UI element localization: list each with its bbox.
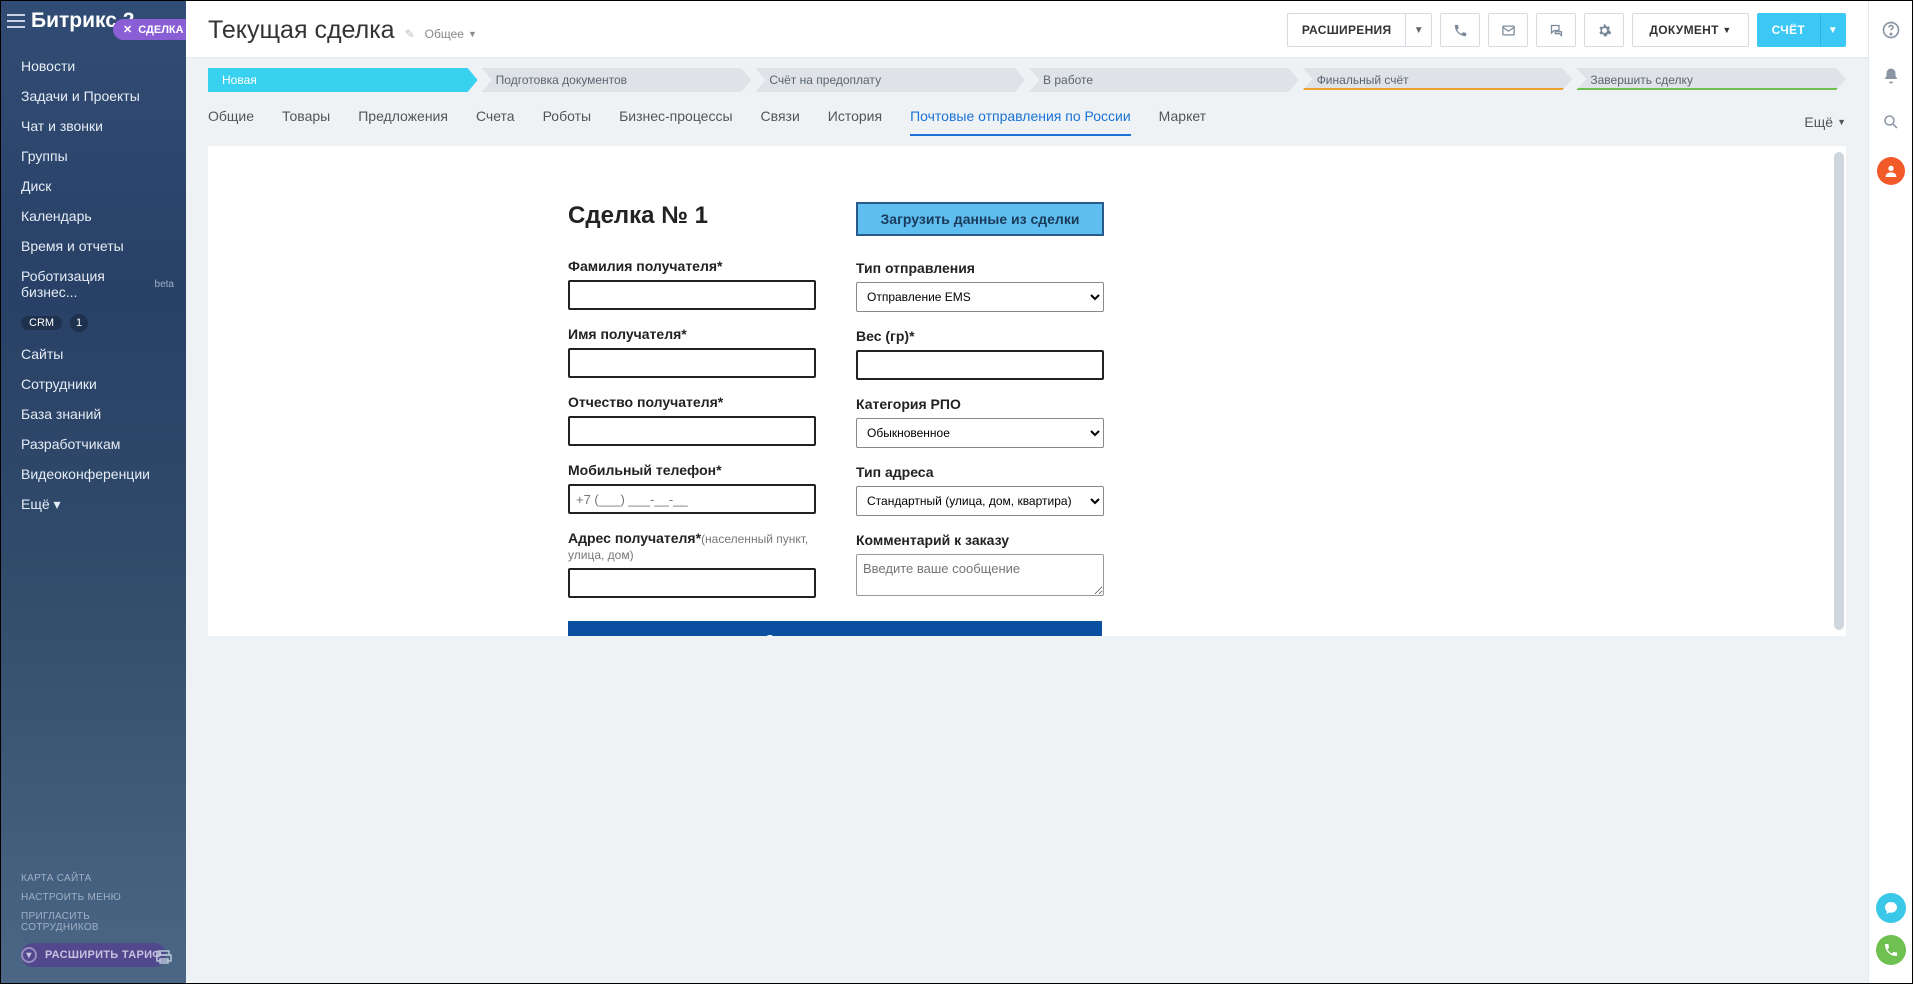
stage-inwork[interactable]: В работе bbox=[1029, 68, 1299, 92]
deal-context-pill[interactable]: ✕ СДЕЛКА bbox=[113, 19, 186, 40]
left-sidebar: Битрикс 2 ✕ СДЕЛКА Новости Задачи и Прое… bbox=[1, 1, 186, 983]
phone-input[interactable] bbox=[568, 484, 816, 514]
scrollbar-thumb[interactable] bbox=[1834, 152, 1844, 630]
configure-menu-link[interactable]: НАСТРОИТЬ МЕНЮ bbox=[21, 888, 166, 907]
tab-general[interactable]: Общие bbox=[208, 108, 254, 136]
label-rpo: Категория РПО bbox=[856, 396, 1104, 412]
chevron-down-icon: ▼ bbox=[1837, 117, 1846, 127]
tab-products[interactable]: Товары bbox=[282, 108, 330, 136]
sidebar-nav: Новости Задачи и Проекты Чат и звонки Гр… bbox=[1, 45, 186, 520]
printer-icon[interactable] bbox=[156, 949, 172, 965]
label-firstname: Имя получателя* bbox=[568, 326, 816, 342]
call-button[interactable] bbox=[1440, 13, 1480, 47]
tab-links[interactable]: Связи bbox=[761, 108, 800, 136]
tab-invoices[interactable]: Счета bbox=[476, 108, 515, 136]
sidebar-item-kb[interactable]: База знаний bbox=[21, 399, 186, 429]
deal-pill-label: СДЕЛКА bbox=[138, 24, 183, 36]
sidebar-item-devs[interactable]: Разработчикам bbox=[21, 429, 186, 459]
sidebar-item-rpa[interactable]: Роботизация бизнес...beta bbox=[21, 261, 186, 307]
invoice-button[interactable]: СЧЁТ bbox=[1757, 13, 1820, 47]
sidebar-item-employees[interactable]: Сотрудники bbox=[21, 369, 186, 399]
avatar[interactable] bbox=[1877, 157, 1905, 185]
support-bubble-icon[interactable] bbox=[1876, 893, 1906, 923]
ship-type-select[interactable]: Отправление EMS bbox=[856, 282, 1104, 312]
stage-new[interactable]: Новая bbox=[208, 68, 478, 92]
stage-final-invoice[interactable]: Финальный счёт bbox=[1303, 68, 1573, 90]
patronymic-input[interactable] bbox=[568, 416, 816, 446]
sitemap-link[interactable]: КАРТА САЙТА bbox=[21, 869, 166, 888]
search-icon[interactable] bbox=[1880, 111, 1902, 133]
topbar: Текущая сделка ✎ Общее ▼ РАСШИРЕНИЯ ▼ bbox=[186, 1, 1868, 58]
sidebar-item-sites[interactable]: Сайты bbox=[21, 339, 186, 369]
label-weight: Вес (гр)* bbox=[856, 328, 1104, 344]
stage-prepay[interactable]: Счёт на предоплату bbox=[755, 68, 1025, 92]
panel-scrollbar[interactable] bbox=[1834, 152, 1846, 630]
sidebar-item-crm[interactable]: CRM1 bbox=[21, 307, 186, 339]
extensions-button[interactable]: РАСШИРЕНИЯ bbox=[1287, 13, 1407, 47]
comment-textarea[interactable] bbox=[856, 554, 1104, 596]
sidebar-item-more[interactable]: Ещё ▾ bbox=[21, 489, 186, 520]
label-ship-type: Тип отправления bbox=[856, 260, 1104, 276]
create-shipment-button[interactable]: Создать отправление bbox=[568, 621, 1102, 636]
pipeline-selector[interactable]: Общее ▼ bbox=[425, 27, 477, 41]
help-icon[interactable] bbox=[1880, 19, 1902, 41]
sidebar-item-groups[interactable]: Группы bbox=[21, 141, 186, 171]
beta-badge: beta bbox=[155, 279, 174, 290]
chevron-down-icon: ▼ bbox=[468, 29, 477, 39]
tab-history[interactable]: История bbox=[828, 108, 882, 136]
sidebar-item-disk[interactable]: Диск bbox=[21, 171, 186, 201]
settings-button[interactable] bbox=[1584, 13, 1624, 47]
upgrade-icon: ▾ bbox=[21, 947, 37, 963]
tab-bp[interactable]: Бизнес-процессы bbox=[619, 108, 732, 136]
invoice-caret[interactable]: ▼ bbox=[1820, 13, 1846, 47]
label-phone: Мобильный телефон* bbox=[568, 462, 816, 478]
tab-quotes[interactable]: Предложения bbox=[358, 108, 448, 136]
sidebar-item-video[interactable]: Видеоконференции bbox=[21, 459, 186, 489]
document-button[interactable]: ДОКУМЕНТ ▼ bbox=[1632, 13, 1748, 47]
tab-market[interactable]: Маркет bbox=[1159, 108, 1206, 136]
sidebar-item-tasks[interactable]: Задачи и Проекты bbox=[21, 81, 186, 111]
mail-button[interactable] bbox=[1488, 13, 1528, 47]
weight-input[interactable] bbox=[856, 350, 1104, 380]
tab-robots[interactable]: Роботы bbox=[543, 108, 591, 136]
address-input[interactable] bbox=[568, 568, 816, 598]
form-heading: Сделка № 1 bbox=[568, 202, 816, 230]
invite-link[interactable]: ПРИГЛАСИТЬ СОТРУДНИКОВ bbox=[21, 907, 166, 937]
main-area: Текущая сделка ✎ Общее ▼ РАСШИРЕНИЯ ▼ bbox=[186, 1, 1868, 983]
load-deal-data-button[interactable]: Загрузить данные из сделки bbox=[856, 202, 1104, 236]
firstname-input[interactable] bbox=[568, 348, 816, 378]
stage-complete[interactable]: Завершить сделку bbox=[1576, 68, 1846, 90]
right-rail bbox=[1868, 1, 1912, 983]
detail-tabs: Общие Товары Предложения Счета Роботы Би… bbox=[186, 92, 1868, 136]
label-addr-type: Тип адреса bbox=[856, 464, 1104, 480]
crm-count-badge: 1 bbox=[70, 314, 88, 332]
close-icon[interactable]: ✕ bbox=[123, 23, 132, 36]
lastname-input[interactable] bbox=[568, 280, 816, 310]
page-title: Текущая сделка bbox=[208, 16, 395, 45]
edit-title-icon[interactable]: ✎ bbox=[405, 27, 415, 41]
tab-post-russia[interactable]: Почтовые отправления по России bbox=[910, 108, 1131, 136]
chat-button[interactable] bbox=[1536, 13, 1576, 47]
label-patronymic: Отчество получателя* bbox=[568, 394, 816, 410]
notifications-icon[interactable] bbox=[1880, 65, 1902, 87]
sidebar-item-news[interactable]: Новости bbox=[21, 51, 186, 81]
label-address: Адрес получателя*(населенный пункт, улиц… bbox=[568, 530, 816, 562]
addr-type-select[interactable]: Стандартный (улица, дом, квартира) bbox=[856, 486, 1104, 516]
label-comment: Комментарий к заказу bbox=[856, 532, 1104, 548]
stage-bar: Новая Подготовка документов Счёт на пред… bbox=[186, 58, 1868, 92]
rpo-select[interactable]: Обыкновенное bbox=[856, 418, 1104, 448]
menu-icon[interactable] bbox=[7, 14, 25, 28]
sidebar-item-chat[interactable]: Чат и звонки bbox=[21, 111, 186, 141]
label-lastname: Фамилия получателя* bbox=[568, 258, 816, 274]
stage-docs[interactable]: Подготовка документов bbox=[482, 68, 752, 92]
content-panel: Сделка № 1 Фамилия получателя* Имя получ… bbox=[208, 146, 1846, 636]
tabs-more[interactable]: Ещё ▼ bbox=[1804, 108, 1846, 136]
extensions-caret[interactable]: ▼ bbox=[1406, 13, 1432, 47]
telephony-icon[interactable] bbox=[1876, 935, 1906, 965]
sidebar-item-time[interactable]: Время и отчеты bbox=[21, 231, 186, 261]
sidebar-item-calendar[interactable]: Календарь bbox=[21, 201, 186, 231]
expand-tariff-button[interactable]: ▾ РАСШИРИТЬ ТАРИФ bbox=[21, 943, 166, 967]
